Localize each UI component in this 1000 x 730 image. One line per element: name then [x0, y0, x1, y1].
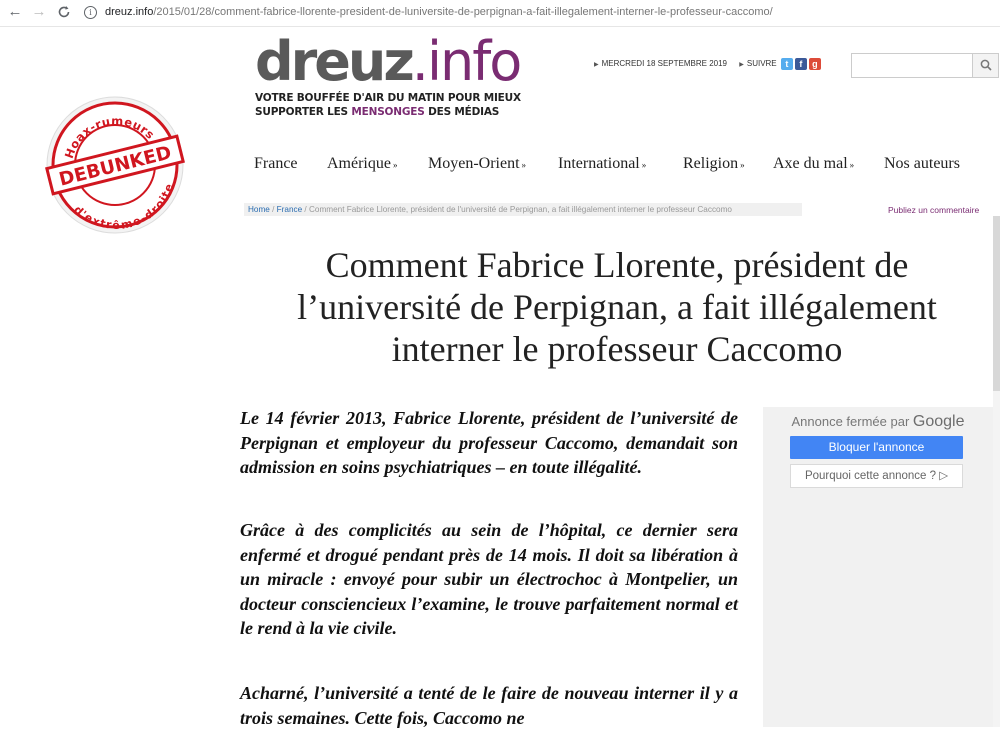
why-this-ad-button[interactable]: Pourquoi cette annonce ? ▷	[790, 464, 963, 488]
search-icon[interactable]	[972, 54, 998, 77]
forward-arrow-icon[interactable]: →	[30, 3, 48, 21]
date-bullet-icon: ▶	[594, 62, 599, 69]
ad-closed-text: Annonce fermée par	[791, 414, 910, 429]
logo-info: .info	[411, 30, 522, 93]
address-bar[interactable]: i dreuz.info/2015/01/28/comment-fabrice-l…	[84, 4, 989, 21]
url-domain: dreuz.info	[105, 6, 154, 18]
breadcrumb: Home / France / Comment Fabrice Llorente…	[244, 203, 802, 216]
google-label: Google	[912, 413, 965, 430]
scrollbar-thumb[interactable]	[993, 216, 1000, 391]
article-paragraph: Le 14 février 2013, Fabrice Llorente, pr…	[240, 408, 738, 477]
breadcrumb-current: Comment Fabrice Llorente, président de l…	[308, 205, 732, 214]
follow-bullet-icon: ▶	[739, 62, 744, 69]
tagline-line1: VOTRE BOUFFÉE D'AIR DU MATIN POUR MIEUX	[255, 92, 521, 104]
breadcrumb-sep: /	[302, 205, 309, 214]
site-logo[interactable]: dreuz.info	[255, 30, 522, 93]
logo-dreuz: dreuz	[255, 30, 415, 93]
site-info-icon[interactable]: i	[84, 5, 97, 19]
url-path: /2015/01/28/comment-fabrice-llorente-pre…	[153, 6, 773, 18]
article-paragraph: Acharné, l’université a tenté de le fair…	[240, 683, 738, 728]
tagline-text-b: DES MÉDIAS	[424, 106, 500, 118]
nav-item-axe-du-mal[interactable]: Axe du mal»	[773, 155, 854, 173]
tagline-text-a: SUPPORTER LES	[255, 106, 352, 118]
top-info-bar: ▶ MERCREDI 18 SEPTEMBRE 2019 ▶ SUIVRE tfg	[594, 58, 821, 70]
follow-label: SUIVRE	[746, 59, 777, 69]
post-comment-link[interactable]: Publiez un commentaire	[888, 205, 979, 215]
breadcrumb-category[interactable]: France	[277, 205, 302, 214]
breadcrumb-sep: /	[269, 205, 277, 214]
ad-closed-panel: Annonce fermée par Google Bloquer l'anno…	[763, 407, 993, 727]
ad-closed-label: Annonce fermée par Google	[763, 413, 993, 431]
facebook-icon[interactable]: f	[794, 58, 807, 70]
back-arrow-icon[interactable]: ←	[6, 3, 24, 21]
tagline-line2: SUPPORTER LES MENSONGES DES MÉDIAS	[255, 105, 521, 119]
nav-item-international[interactable]: International»	[558, 155, 646, 173]
main-nav: France Amérique» Moyen-Orient» Internati…	[0, 155, 1000, 175]
site-tagline: VOTRE BOUFFÉE D'AIR DU MATIN POUR MIEUX …	[255, 91, 521, 119]
nav-item-nos-auteurs[interactable]: Nos auteurs	[884, 155, 962, 173]
breadcrumb-home[interactable]: Home	[248, 205, 270, 214]
nav-item-amerique[interactable]: Amérique»	[327, 155, 397, 173]
tagline-highlight: MENSONGES	[351, 106, 425, 118]
search-box[interactable]	[851, 53, 999, 78]
nav-item-france[interactable]: France	[254, 155, 300, 173]
nav-item-moyen-orient[interactable]: Moyen-Orient»	[428, 155, 526, 173]
twitter-icon[interactable]: t	[780, 58, 793, 70]
nav-item-religion[interactable]: Religion»	[683, 155, 745, 173]
article-paragraph: Grâce à des complicités au sein de l’hôp…	[240, 520, 738, 638]
browser-toolbar: ← → i dreuz.info/2015/01/28/comment-fabri…	[0, 0, 1000, 27]
reload-icon[interactable]	[55, 3, 73, 21]
article-title: Comment Fabrice Llorente, président de l…	[297, 245, 937, 369]
current-date: MERCREDI 18 SEPTEMBRE 2019	[601, 59, 727, 69]
google-plus-icon[interactable]: g	[808, 58, 821, 70]
block-ad-button[interactable]: Bloquer l'annonce	[790, 436, 963, 459]
